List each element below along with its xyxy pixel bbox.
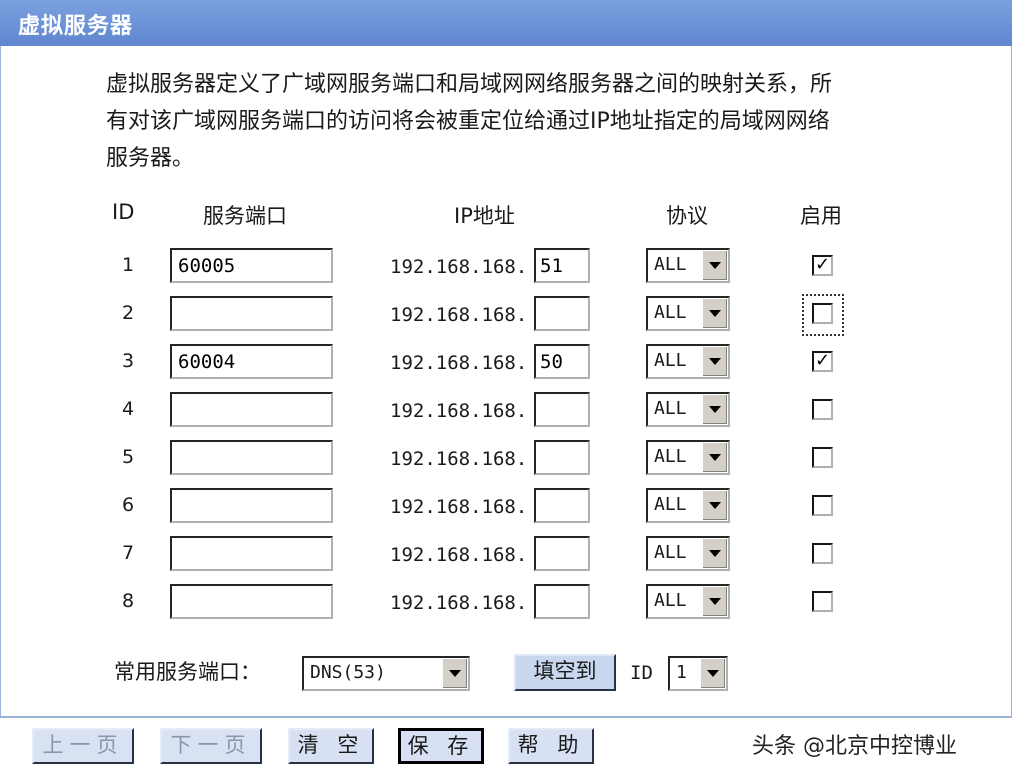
header-enabled: 启用 [800,204,842,228]
common-service-value: DNS(53) [310,662,386,683]
watermark: 头条 @北京中控博业 [752,734,957,759]
header-service-port: 服务端口 [203,204,287,228]
enable-checkbox[interactable]: ✓ [812,255,833,276]
protocol-select[interactable]: ALL [646,488,730,523]
title-bar: 虚拟服务器 [0,0,1012,46]
protocol-value: ALL [654,590,687,611]
protocol-select[interactable]: ALL [646,248,730,283]
enable-checkbox[interactable] [812,591,833,612]
ip-last-octet-input[interactable] [534,392,590,427]
header-ip-address: IP地址 [454,204,515,228]
ip-last-octet-input[interactable] [534,536,590,571]
ip-last-octet-input[interactable] [534,344,590,379]
fill-id-value: 1 [676,662,687,683]
intro-line: 虚拟服务器定义了广域网服务端口和局域网网络服务器之间的映射关系，所 [106,72,833,97]
ip-last-octet-input[interactable] [534,296,590,331]
service-port-input[interactable] [170,296,333,331]
service-port-input[interactable] [170,536,333,571]
ip-prefix: 192.168.168. [390,400,528,422]
header-id: ID [112,200,135,224]
fill-id-select[interactable]: 1 [668,656,728,691]
chevron-down-icon[interactable] [702,251,727,280]
row-id: 6 [121,494,135,516]
chevron-down-icon[interactable] [702,539,727,568]
ip-last-octet-input[interactable] [534,440,590,475]
protocol-select[interactable]: ALL [646,344,730,379]
chevron-down-icon[interactable] [702,347,727,376]
chevron-down-icon[interactable] [442,659,467,688]
clear-button[interactable]: 清 空 [288,728,374,764]
protocol-select[interactable]: ALL [646,296,730,331]
protocol-value: ALL [654,542,687,563]
save-button[interactable]: 保 存 [398,728,484,764]
chevron-down-icon[interactable] [702,587,727,616]
row-id: 5 [121,446,135,468]
protocol-value: ALL [654,446,687,467]
fill-id-label: ID [630,662,653,684]
ip-last-octet-input[interactable] [534,488,590,523]
chevron-down-icon[interactable] [702,395,727,424]
protocol-select[interactable]: ALL [646,392,730,427]
ip-prefix: 192.168.168. [390,496,528,518]
protocol-value: ALL [654,350,687,371]
enable-checkbox[interactable] [812,447,833,468]
chevron-down-icon[interactable] [700,659,725,688]
service-port-input[interactable] [170,344,333,379]
ip-prefix: 192.168.168. [390,544,528,566]
service-port-input[interactable] [170,248,333,283]
intro-line: 有对该广域网服务端口的访问将会被重定位给通过IP地址指定的局域网网络 [106,109,830,134]
enable-checkbox[interactable] [812,543,833,564]
chevron-down-icon[interactable] [702,491,727,520]
common-service-select[interactable]: DNS(53) [302,656,470,691]
ip-prefix: 192.168.168. [390,592,528,614]
ip-prefix: 192.168.168. [390,304,528,326]
help-button[interactable]: 帮 助 [508,728,594,764]
protocol-value: ALL [654,254,687,275]
row-id: 1 [121,254,135,276]
service-port-input[interactable] [170,392,333,427]
header-protocol: 协议 [666,204,708,228]
enable-checkbox[interactable] [812,399,833,420]
enable-checkbox[interactable] [812,495,833,516]
common-service-label: 常用服务端口： [114,660,261,684]
ip-prefix: 192.168.168. [390,256,528,278]
page-title: 虚拟服务器 [18,14,134,39]
protocol-value: ALL [654,494,687,515]
ip-prefix: 192.168.168. [390,448,528,470]
protocol-select[interactable]: ALL [646,536,730,571]
service-port-input[interactable] [170,488,333,523]
row-id: 2 [121,302,135,324]
prev-page-button[interactable]: 上一页 [32,728,134,764]
chevron-down-icon[interactable] [702,299,727,328]
service-port-input[interactable] [170,440,333,475]
intro-text: 虚拟服务器定义了广域网服务端口和局域网网络服务器之间的映射关系，所 有对该广域网… [106,66,906,177]
ip-last-octet-input[interactable] [534,248,590,283]
enable-checkbox[interactable] [812,303,833,324]
service-port-input[interactable] [170,584,333,619]
protocol-value: ALL [654,398,687,419]
row-id: 4 [121,398,135,420]
protocol-select[interactable]: ALL [646,584,730,619]
row-id: 3 [121,350,135,372]
intro-line: 服务器。 [106,146,195,171]
row-id: 8 [121,590,135,612]
protocol-value: ALL [654,302,687,323]
enable-checkbox[interactable]: ✓ [812,351,833,372]
ip-last-octet-input[interactable] [534,584,590,619]
ip-prefix: 192.168.168. [390,352,528,374]
chevron-down-icon[interactable] [702,443,727,472]
protocol-select[interactable]: ALL [646,440,730,475]
next-page-button[interactable]: 下一页 [160,728,262,764]
row-id: 7 [121,542,135,564]
fill-to-button[interactable]: 填空到 [514,654,616,691]
